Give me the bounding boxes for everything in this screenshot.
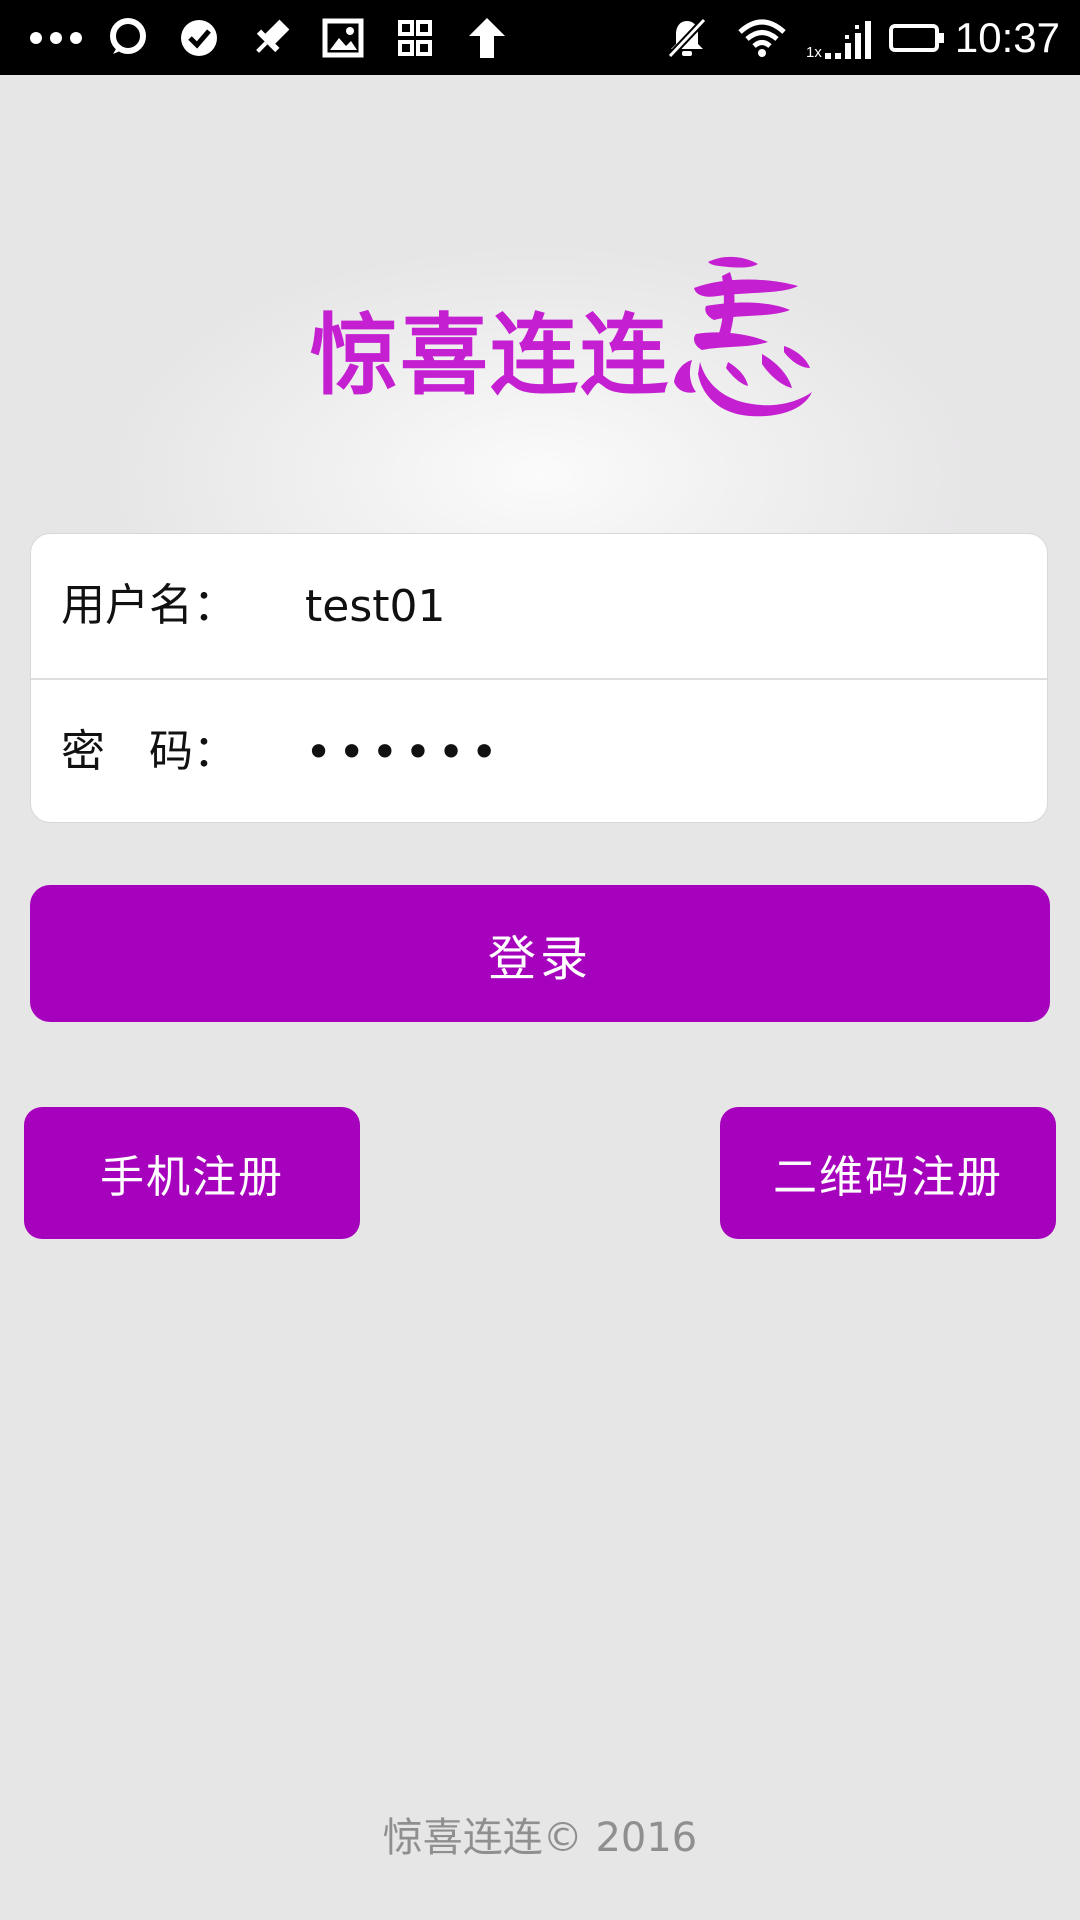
phone-register-button[interactable]: 手机注册 bbox=[24, 1107, 360, 1239]
upload-arrow-icon bbox=[464, 12, 510, 64]
username-row: 用户名： bbox=[31, 534, 1047, 678]
password-label: 密 码： bbox=[61, 726, 237, 777]
logo-text: 惊喜连连 bbox=[310, 304, 671, 407]
login-button[interactable]: 登录 bbox=[30, 885, 1050, 1022]
grid-icon bbox=[394, 12, 436, 64]
password-row: 密 码： bbox=[31, 680, 1047, 822]
status-bar: 1x 10:37 bbox=[0, 0, 1080, 75]
status-time: 10:37 bbox=[954, 14, 1060, 61]
copyright-footer: 惊喜连连© 2016 bbox=[382, 1815, 698, 1861]
signal-icon: 1x bbox=[804, 12, 876, 64]
qr-register-button[interactable]: 二维码注册 bbox=[720, 1107, 1056, 1239]
hero-background: 惊喜连连 bbox=[0, 75, 1080, 545]
calligraphy-hui-icon bbox=[674, 256, 812, 417]
wifi-icon bbox=[734, 12, 790, 64]
app-logo: 惊喜连连 bbox=[310, 250, 812, 420]
check-circle-icon bbox=[176, 12, 222, 64]
username-input[interactable] bbox=[305, 566, 1005, 646]
signal-badge: 1x bbox=[806, 44, 822, 61]
password-input[interactable] bbox=[305, 712, 1005, 792]
login-form: 用户名： 密 码： bbox=[30, 533, 1048, 823]
chat-bubble-icon bbox=[104, 12, 150, 64]
battery-icon bbox=[888, 12, 946, 64]
more-dots-icon bbox=[26, 12, 86, 64]
username-label: 用户名： bbox=[61, 580, 237, 631]
mute-bell-icon bbox=[664, 12, 710, 64]
image-icon bbox=[320, 12, 366, 64]
pin-icon bbox=[248, 12, 294, 64]
